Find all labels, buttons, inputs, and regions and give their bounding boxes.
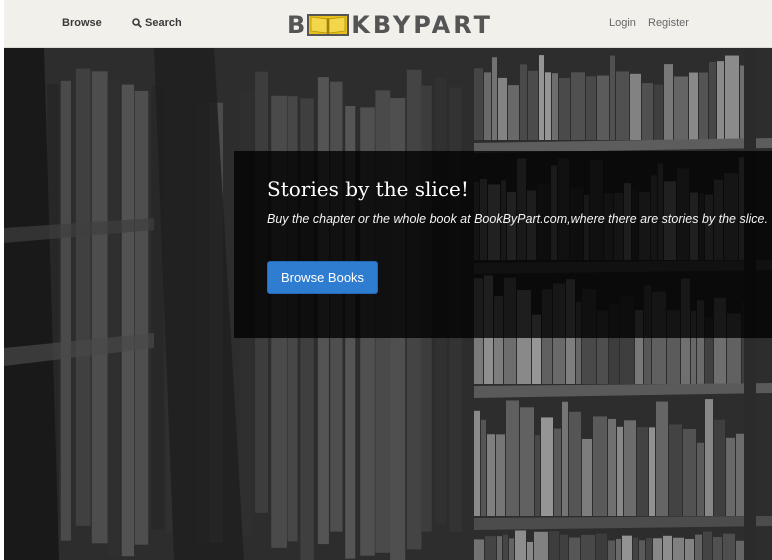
- hero-title: Stories by the slice!: [267, 177, 469, 201]
- hero-section: Stories by the slice! Buy the chapter or…: [4, 48, 772, 560]
- register-link[interactable]: Register: [648, 17, 689, 29]
- page: Browse Search B KBYPART Login Register S…: [0, 0, 772, 560]
- logo-text-rest: KBYPART: [351, 11, 493, 39]
- hero-overlay-panel: Stories by the slice! Buy the chapter or…: [234, 151, 772, 338]
- magnifier-icon: [132, 18, 142, 28]
- nav-search-link[interactable]: Search: [132, 17, 182, 29]
- hero-subtitle: Buy the chapter or the whole book at Boo…: [267, 212, 768, 226]
- nav-search-label: Search: [145, 17, 182, 29]
- top-navbar: Browse Search B KBYPART Login Register: [4, 0, 772, 48]
- open-book-icon: [307, 14, 350, 36]
- nav-browse-link[interactable]: Browse: [62, 17, 102, 29]
- login-link[interactable]: Login: [609, 17, 636, 29]
- logo-letter-b: B: [287, 11, 309, 39]
- browse-books-button[interactable]: Browse Books: [267, 261, 378, 294]
- site-logo[interactable]: B KBYPART: [287, 11, 493, 39]
